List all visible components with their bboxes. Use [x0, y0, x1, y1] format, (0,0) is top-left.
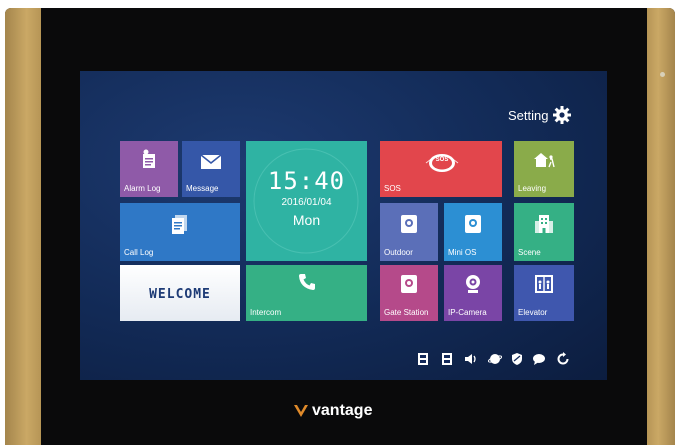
clock-day: Mon — [292, 212, 321, 228]
tile-label: Mini OS — [448, 248, 477, 257]
tile-message[interactable]: Message — [182, 141, 240, 197]
tile-label: Message — [186, 184, 219, 193]
building-icon — [535, 215, 553, 233]
volume-icon[interactable] — [464, 352, 478, 366]
vantage-logo-icon — [294, 405, 308, 417]
tile-elevator[interactable]: Elevator — [514, 265, 574, 321]
chat-icon[interactable] — [532, 352, 546, 366]
clock-date: 2016/01/04 — [281, 197, 332, 208]
sos-badge-text: SOS — [435, 157, 449, 163]
tile-scene[interactable]: Scene — [514, 203, 574, 261]
tile-label: Elevator — [518, 308, 548, 317]
tile-ip-camera[interactable]: IP-Camera — [444, 265, 502, 321]
tile-label: Leaving — [518, 184, 547, 193]
outdoor-station-icon — [401, 215, 417, 233]
mini-outdoor-station-icon — [465, 215, 481, 233]
tile-label: IP-Camera — [448, 308, 487, 317]
house-leaving-icon — [534, 153, 555, 168]
gear-icon — [553, 106, 572, 124]
left-gold-trim — [5, 8, 41, 445]
tile-leaving[interactable]: Leaving — [514, 141, 574, 197]
gate-station-icon — [401, 275, 417, 293]
brand-name: vantage — [312, 402, 373, 419]
setting-label: Setting — [508, 107, 549, 123]
brand-logo: vantage — [294, 402, 372, 420]
call-log-icon — [172, 215, 187, 234]
tile-gate-station[interactable]: Gate Station — [380, 265, 438, 321]
phone-icon — [298, 274, 315, 290]
tile-alarm-log[interactable]: Alarm Log — [120, 141, 178, 197]
alarm-log-icon — [143, 149, 155, 168]
tile-welcome[interactable]: WELCOME — [120, 265, 240, 321]
elevator-icon — [535, 275, 553, 293]
tile-label: Intercom — [250, 308, 282, 317]
clock-time: 15:40 — [267, 167, 346, 195]
tile-call-log[interactable]: Call Log — [120, 203, 240, 261]
tile-sos[interactable]: SOS SOS — [380, 141, 502, 197]
refresh-icon[interactable] — [556, 352, 570, 366]
touch-screen: Setting Alarm Log Message Call Log WELCO… — [80, 71, 607, 380]
tile-mini-os[interactable]: Mini OS — [444, 203, 502, 261]
tile-label: Gate Station — [384, 308, 429, 317]
sd-card-icon[interactable] — [440, 352, 454, 366]
tile-outdoor[interactable]: Outdoor — [380, 203, 438, 261]
tile-intercom[interactable]: Intercom — [246, 265, 367, 321]
tile-label: Outdoor — [384, 248, 413, 257]
clock-tile: 15:40 2016/01/04 Mon — [246, 141, 367, 261]
envelope-icon — [201, 155, 221, 169]
sensor-dot — [660, 72, 665, 77]
tile-label: Call Log — [124, 248, 154, 257]
sos-alarm-icon — [425, 154, 459, 172]
setting-button[interactable]: Setting — [508, 105, 572, 125]
sd-card-icon[interactable] — [416, 352, 430, 366]
tile-label: SOS — [384, 184, 401, 193]
tile-label: Alarm Log — [124, 184, 161, 193]
welcome-text: WELCOME — [149, 287, 211, 302]
shield-icon[interactable] — [510, 352, 524, 366]
globe-icon[interactable] — [488, 352, 502, 366]
webcam-icon — [466, 275, 480, 293]
tile-label: Scene — [518, 248, 541, 257]
